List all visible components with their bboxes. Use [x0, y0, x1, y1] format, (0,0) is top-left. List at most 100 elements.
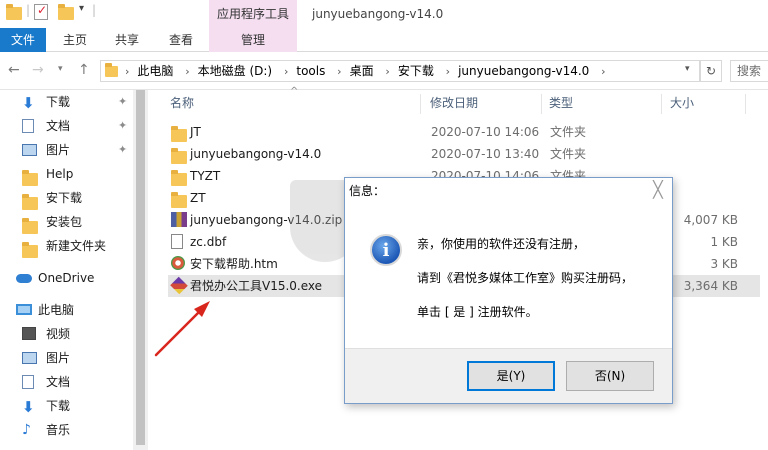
new-folder-icon[interactable]: [58, 4, 74, 25]
breadcrumb-separator: ›: [445, 65, 451, 78]
properties-icon[interactable]: ✓: [34, 3, 48, 20]
pin-icon[interactable]: ✦: [118, 90, 127, 114]
nav-item-documents[interactable]: 文档 ✦: [0, 114, 145, 138]
navigation-pane: ⬇ 下载 ✦ 文档 ✦ 图片 ✦ Help 安下载 安装包 新建文件夹 OneD…: [0, 90, 148, 450]
breadcrumb-this-pc[interactable]: 此电脑: [137, 64, 173, 78]
tab-file[interactable]: 文件: [0, 28, 46, 52]
address-history-chevron-icon[interactable]: ▾: [685, 64, 690, 74]
download-icon: ⬇: [22, 94, 35, 112]
breadcrumb-tools[interactable]: tools: [296, 64, 325, 78]
nav-item-new-folder[interactable]: 新建文件夹: [0, 234, 145, 258]
nav-item-label: Help: [46, 167, 74, 181]
file-name: junyuebangong-v14.0.zip: [190, 213, 343, 227]
nav-item-documents-pc[interactable]: 文档: [0, 370, 145, 394]
nav-item-label: 新建文件夹: [46, 239, 107, 253]
nav-item-downloads-pc[interactable]: ⬇ 下载: [0, 394, 145, 418]
file-type: 文件夹: [550, 147, 587, 161]
info-icon: i: [370, 234, 402, 266]
tab-view[interactable]: 查看: [160, 28, 202, 52]
back-arrow-icon[interactable]: ←: [8, 62, 20, 78]
up-arrow-icon[interactable]: ↑: [78, 62, 90, 78]
customize-quick-access-icon[interactable]: ▾: [79, 3, 84, 21]
column-divider[interactable]: [541, 94, 542, 114]
search-input[interactable]: 搜索: [730, 60, 768, 82]
nav-item-onedrive[interactable]: OneDrive: [0, 266, 145, 290]
folder-icon: [105, 63, 118, 80]
forward-arrow-icon[interactable]: →: [32, 62, 44, 78]
file-name: TYZT: [190, 169, 221, 183]
nav-item-install-packages[interactable]: 安装包: [0, 210, 145, 234]
no-button[interactable]: 否(N): [566, 361, 654, 391]
navigation-pane-scrollbar[interactable]: [133, 90, 148, 450]
file-name: JT: [190, 125, 201, 139]
file-name: zc.dbf: [190, 235, 227, 249]
ribbon-tabs: 文件 主页 共享 查看 管理: [0, 28, 768, 52]
file-row[interactable]: junyuebangong-v14.0 2020-07-10 13:40 文件夹: [168, 143, 760, 165]
nav-item-pictures-pc[interactable]: 图片: [0, 346, 145, 370]
folder-icon: [6, 4, 22, 25]
window-title: junyuebangong-v14.0: [312, 7, 444, 21]
nav-item-pictures[interactable]: 图片 ✦: [0, 138, 145, 162]
recent-locations-chevron-icon[interactable]: ▾: [58, 64, 63, 74]
pin-icon[interactable]: ✦: [118, 138, 127, 162]
pin-icon[interactable]: ✦: [118, 114, 127, 138]
nav-item-label: 音乐: [46, 423, 71, 437]
nav-item-label: 安下载: [46, 191, 83, 205]
tab-share[interactable]: 共享: [106, 28, 148, 52]
breadcrumb-anxiazai[interactable]: 安下载: [398, 64, 434, 78]
breadcrumb-separator: ›: [283, 65, 289, 78]
nav-item-label: 文档: [46, 119, 71, 133]
close-icon[interactable]: ╳: [645, 178, 671, 202]
column-header-label: 修改日期: [430, 96, 479, 110]
yes-button[interactable]: 是(Y): [467, 361, 555, 391]
column-divider[interactable]: [420, 94, 421, 114]
nav-item-videos[interactable]: 视频: [0, 322, 145, 346]
nav-item-this-pc[interactable]: 此电脑: [0, 298, 145, 322]
file-size: 3,364 KB: [683, 279, 738, 293]
breadcrumb-desktop[interactable]: 桌面: [350, 64, 374, 78]
context-tab-group-label: 应用程序工具: [209, 0, 297, 28]
nav-item-label: 安装包: [46, 215, 83, 229]
file-row[interactable]: JT 2020-07-10 14:06 文件夹: [168, 121, 760, 143]
column-divider[interactable]: [661, 94, 662, 114]
address-bar[interactable]: › 此电脑 › 本地磁盘 (D:) › tools › 桌面 › 安下载 › junyueb…: [100, 60, 700, 82]
pictures-icon: [22, 352, 37, 364]
nav-item-label: 视频: [46, 327, 71, 341]
dbf-file-icon: [171, 234, 183, 249]
tab-home[interactable]: 主页: [54, 28, 96, 52]
nav-item-music[interactable]: ♪ 音乐: [0, 418, 145, 442]
column-header-date[interactable]: 修改日期: [430, 90, 478, 116]
dialog-footer: 是(Y) 否(N): [345, 348, 672, 403]
column-header-size[interactable]: 大小: [670, 90, 694, 116]
document-icon: [22, 375, 34, 389]
nav-item-label: 文档: [46, 375, 71, 389]
tab-manage[interactable]: 管理: [209, 28, 297, 52]
music-icon: ♪: [22, 422, 31, 438]
nav-item-label: 下载: [46, 95, 71, 109]
breadcrumb-separator: ›: [601, 65, 606, 78]
nav-item-help[interactable]: Help: [0, 162, 145, 186]
navigation-bar: ← → ▾ ↑ › 此电脑 › 本地磁盘 (D:) › tools › 桌面 › 安下载 …: [0, 52, 768, 90]
breadcrumb: › 此电脑 › 本地磁盘 (D:) › tools › 桌面 › 安下载 › junyueb…: [125, 61, 614, 82]
nav-item-downloads[interactable]: ⬇ 下载 ✦: [0, 90, 145, 114]
file-type: 文件夹: [550, 125, 587, 139]
dialog-title-bar[interactable]: 信息： ╳: [345, 178, 672, 202]
dialog-message-line: 请到《君悦多媒体工作室》购买注册码，: [417, 271, 634, 285]
breadcrumb-current-folder[interactable]: junyuebangong-v14.0: [458, 64, 589, 78]
column-header-name[interactable]: 名称: [170, 90, 194, 116]
videos-icon: [22, 327, 36, 340]
column-divider[interactable]: [745, 94, 746, 114]
zip-icon: [171, 212, 187, 227]
breadcrumb-local-disk[interactable]: 本地磁盘 (D:): [198, 64, 272, 78]
breadcrumb-separator: ›: [185, 65, 190, 78]
nav-item-label: 此电脑: [38, 303, 75, 317]
scrollbar-thumb[interactable]: [136, 90, 145, 445]
folder-icon: [22, 242, 38, 266]
nav-item-anxiazai[interactable]: 安下载: [0, 186, 145, 210]
column-header-type[interactable]: 类型: [549, 90, 573, 116]
file-date: 2020-07-10 13:40: [431, 147, 540, 161]
refresh-icon[interactable]: ↻: [700, 60, 722, 82]
download-icon: ⬇: [22, 398, 35, 416]
nav-item-label: 图片: [46, 351, 71, 365]
nav-item-label: 下载: [46, 399, 71, 413]
